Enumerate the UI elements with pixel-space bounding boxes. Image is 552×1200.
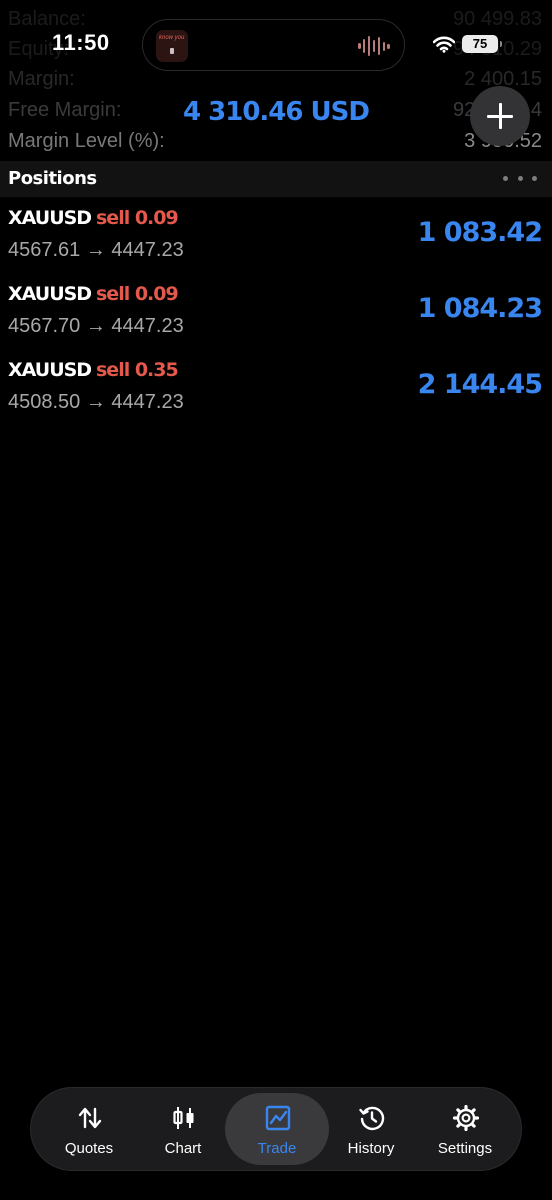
artwork-text: know you bbox=[159, 35, 185, 41]
now-playing-artwork: know you bbox=[156, 30, 188, 62]
open-price: 4508.50 bbox=[8, 391, 81, 413]
position-prices: 4508.50 → 4447.23 bbox=[8, 391, 184, 414]
position-side: sell 0.09 bbox=[96, 283, 179, 305]
audio-waveform-icon bbox=[358, 35, 390, 57]
position-symbol: XAUUSD bbox=[8, 359, 92, 381]
tab-label: History bbox=[347, 1140, 395, 1157]
more-options-icon[interactable] bbox=[503, 176, 537, 184]
arrow-right-icon: → bbox=[85, 315, 106, 337]
position-symbol: XAUUSD bbox=[8, 283, 92, 305]
status-time: 11:50 bbox=[52, 30, 110, 55]
gear-icon bbox=[453, 1105, 479, 1131]
position-prices: 4567.70 → 4447.23 bbox=[8, 315, 184, 338]
tab-history[interactable]: History bbox=[319, 1088, 423, 1170]
position-profit: 1 084.23 bbox=[417, 293, 543, 324]
position-row[interactable]: XAUUSD sell 0.35 4508.50 → 4447.23 2 144… bbox=[0, 349, 552, 425]
tab-trade[interactable]: Trade bbox=[225, 1093, 329, 1165]
tab-label: Quotes bbox=[64, 1140, 114, 1157]
position-profit: 2 144.45 bbox=[417, 369, 543, 400]
tab-bar: Quotes Chart Trade History Settings bbox=[30, 1087, 522, 1171]
tab-chart[interactable]: Chart bbox=[131, 1088, 235, 1170]
summary-label: Margin Level (%): bbox=[8, 129, 165, 152]
trade-chart-icon bbox=[265, 1105, 291, 1131]
summary-label: Margin: bbox=[8, 67, 75, 90]
candlestick-icon bbox=[173, 1107, 194, 1129]
current-price: 4447.23 bbox=[111, 239, 184, 261]
position-row[interactable]: XAUUSD sell 0.09 4567.61 → 4447.23 1 083… bbox=[0, 197, 552, 273]
tab-quotes[interactable]: Quotes bbox=[37, 1088, 141, 1170]
wifi-icon bbox=[433, 36, 455, 53]
position-side: sell 0.35 bbox=[96, 359, 179, 381]
summary-label: Balance: bbox=[8, 7, 86, 30]
history-clock-icon bbox=[359, 1106, 385, 1131]
summary-value: 90 499.83 bbox=[453, 7, 542, 30]
open-price: 4567.61 bbox=[8, 239, 81, 261]
tab-label: Settings bbox=[437, 1140, 493, 1157]
summary-row-margin-level: Margin Level (%): 3 950.52 bbox=[8, 126, 542, 156]
sort-arrows-icon bbox=[78, 1107, 102, 1129]
tab-label: Chart bbox=[164, 1140, 202, 1157]
positions-title: Positions bbox=[8, 168, 97, 189]
new-order-button[interactable] bbox=[470, 86, 530, 146]
position-profit: 1 083.42 bbox=[417, 217, 543, 248]
position-prices: 4567.61 → 4447.23 bbox=[8, 239, 184, 262]
dynamic-island[interactable]: know you bbox=[142, 19, 405, 71]
positions-header: Positions bbox=[0, 161, 552, 197]
battery-icon: 75 bbox=[462, 35, 502, 53]
position-row[interactable]: XAUUSD sell 0.09 4567.70 → 4447.23 1 084… bbox=[0, 273, 552, 349]
screen: Balance: 90 499.83 Equity: 94 810.29 Mar… bbox=[0, 0, 552, 1200]
tab-label: Trade bbox=[257, 1140, 297, 1157]
position-symbol: XAUUSD bbox=[8, 207, 92, 229]
position-side: sell 0.09 bbox=[96, 207, 179, 229]
current-price: 4447.23 bbox=[111, 391, 184, 413]
arrow-right-icon: → bbox=[85, 391, 106, 413]
arrow-right-icon: → bbox=[85, 239, 106, 261]
tab-settings[interactable]: Settings bbox=[413, 1088, 517, 1170]
open-price: 4567.70 bbox=[8, 315, 81, 337]
current-price: 4447.23 bbox=[111, 315, 184, 337]
